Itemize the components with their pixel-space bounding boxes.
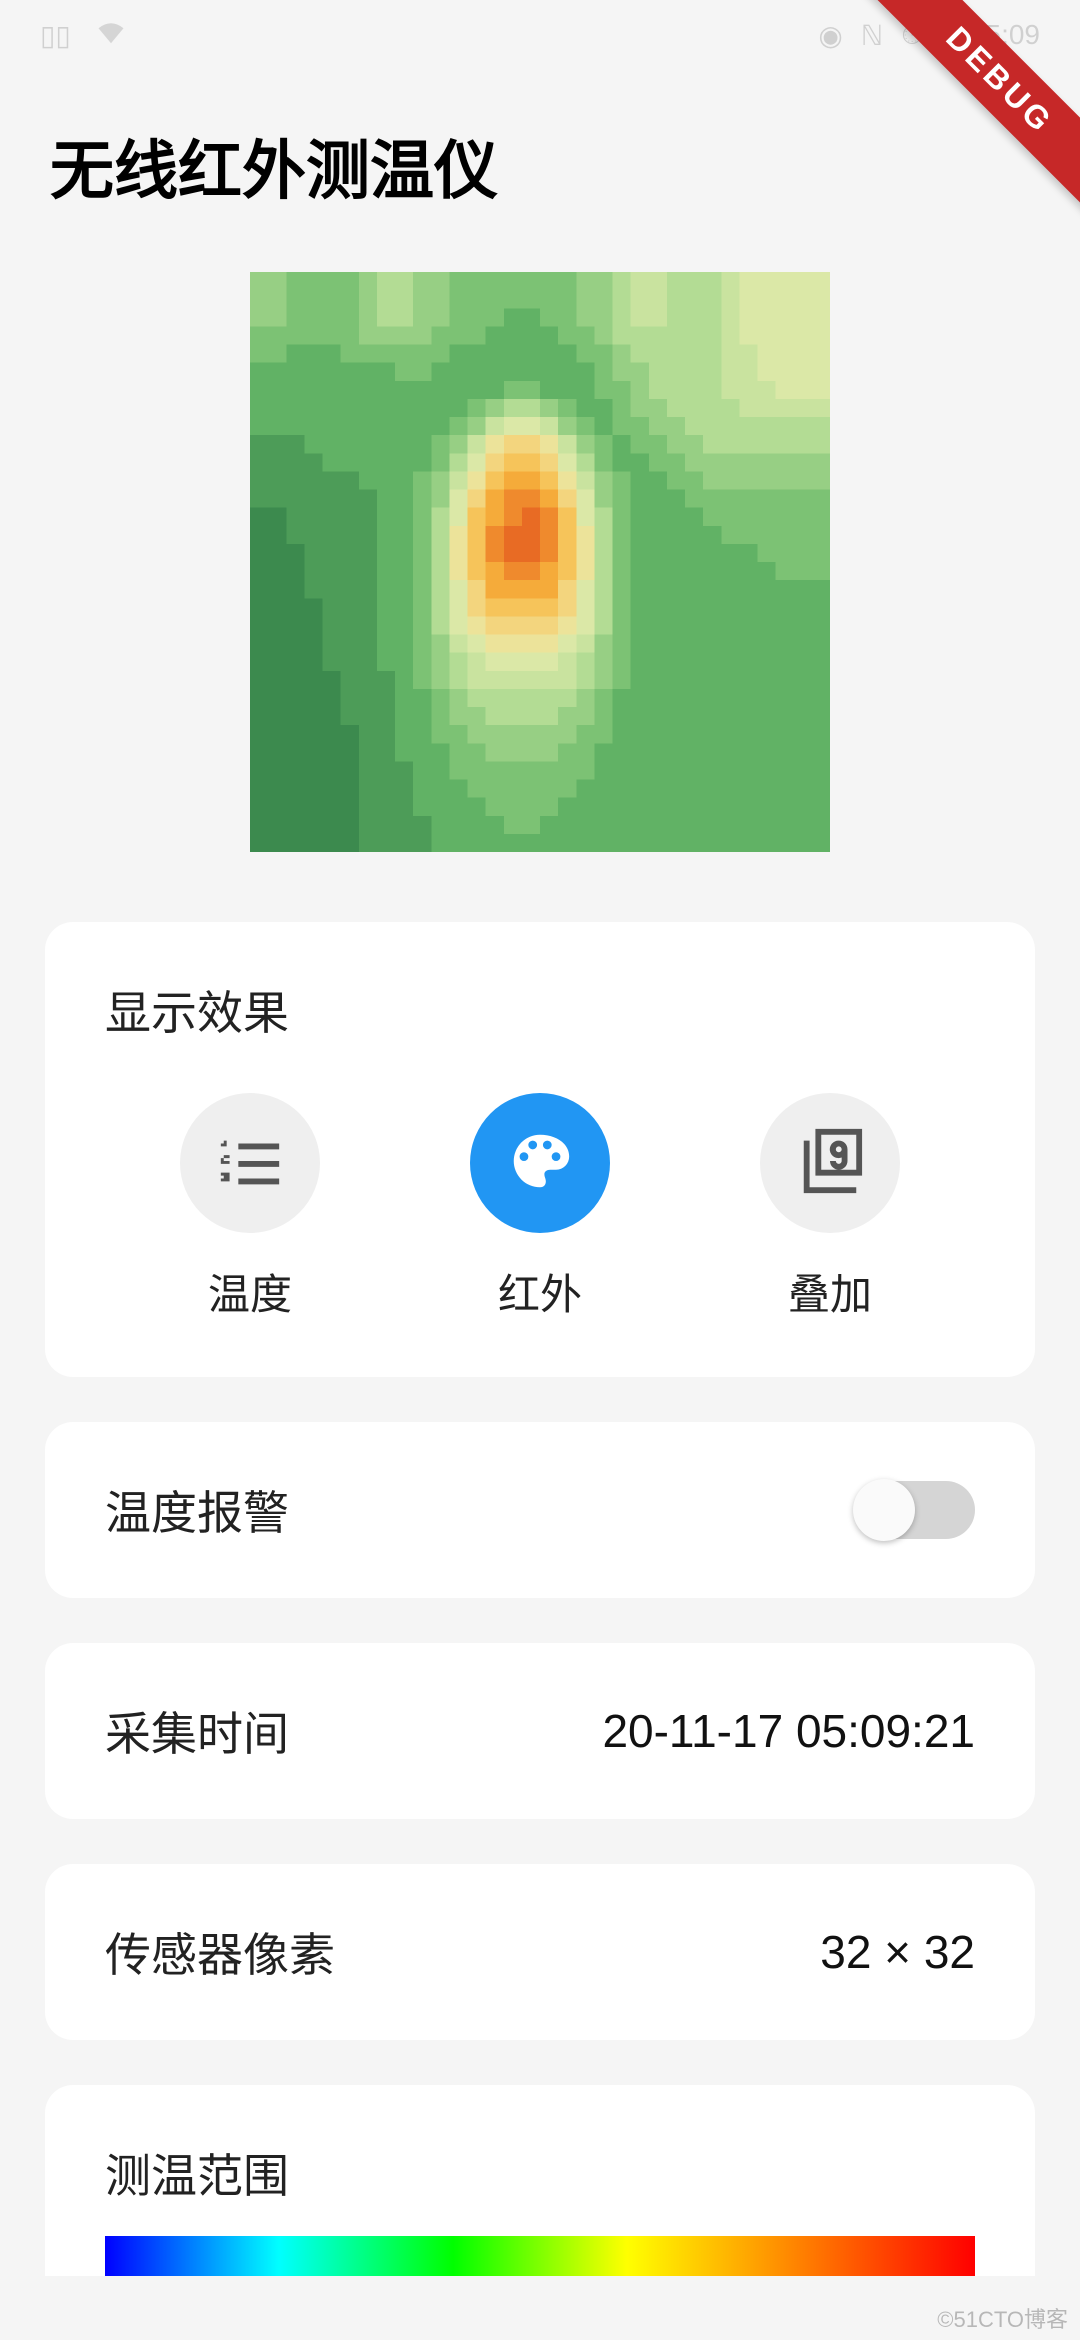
- display-mode-title: 显示效果: [105, 977, 975, 1043]
- eye-icon: ◉: [818, 19, 842, 52]
- nfc-icon: ℕ: [861, 19, 883, 52]
- temp-range-card: 测温范围: [45, 2085, 1035, 2276]
- sensor-pixels-card: 传感器像素 32 × 32: [45, 1864, 1035, 2040]
- mode-infrared[interactable]: 红外: [470, 1093, 610, 1322]
- sensor-pixels-value: 32 × 32: [820, 1925, 975, 1979]
- mode-label: 红外: [498, 1261, 582, 1322]
- sensor-pixels-label: 传感器像素: [105, 1919, 335, 1985]
- palette-icon: [505, 1126, 575, 1201]
- wifi-icon: [96, 19, 126, 51]
- mode-label: 温度: [208, 1261, 292, 1322]
- capture-time-label: 采集时间: [105, 1698, 289, 1764]
- watermark: ©51CTO博客: [937, 2302, 1068, 2334]
- mode-temperature[interactable]: 温度: [180, 1093, 320, 1322]
- status-network-icon: ▯▯: [40, 19, 71, 52]
- capture-time-card: 采集时间 20-11-17 05:09:21: [45, 1643, 1035, 1819]
- temp-range-gradient: [105, 2236, 975, 2276]
- alarm-card: 温度报警: [45, 1422, 1035, 1598]
- switch-thumb: [853, 1479, 915, 1541]
- alarm-label: 温度报警: [105, 1477, 289, 1543]
- filter-9-icon: [795, 1126, 865, 1201]
- temp-range-label: 测温范围: [105, 2140, 975, 2206]
- mode-overlay[interactable]: 叠加: [760, 1093, 900, 1322]
- list-numbers-icon: [215, 1126, 285, 1201]
- page-title: 无线红外测温仪: [0, 70, 1080, 272]
- display-mode-card: 显示效果 温度 红外 叠加: [45, 922, 1035, 1377]
- thermal-image: [250, 272, 830, 852]
- mode-label: 叠加: [788, 1261, 872, 1322]
- alarm-switch[interactable]: [855, 1481, 975, 1539]
- capture-time-value: 20-11-17 05:09:21: [602, 1704, 975, 1758]
